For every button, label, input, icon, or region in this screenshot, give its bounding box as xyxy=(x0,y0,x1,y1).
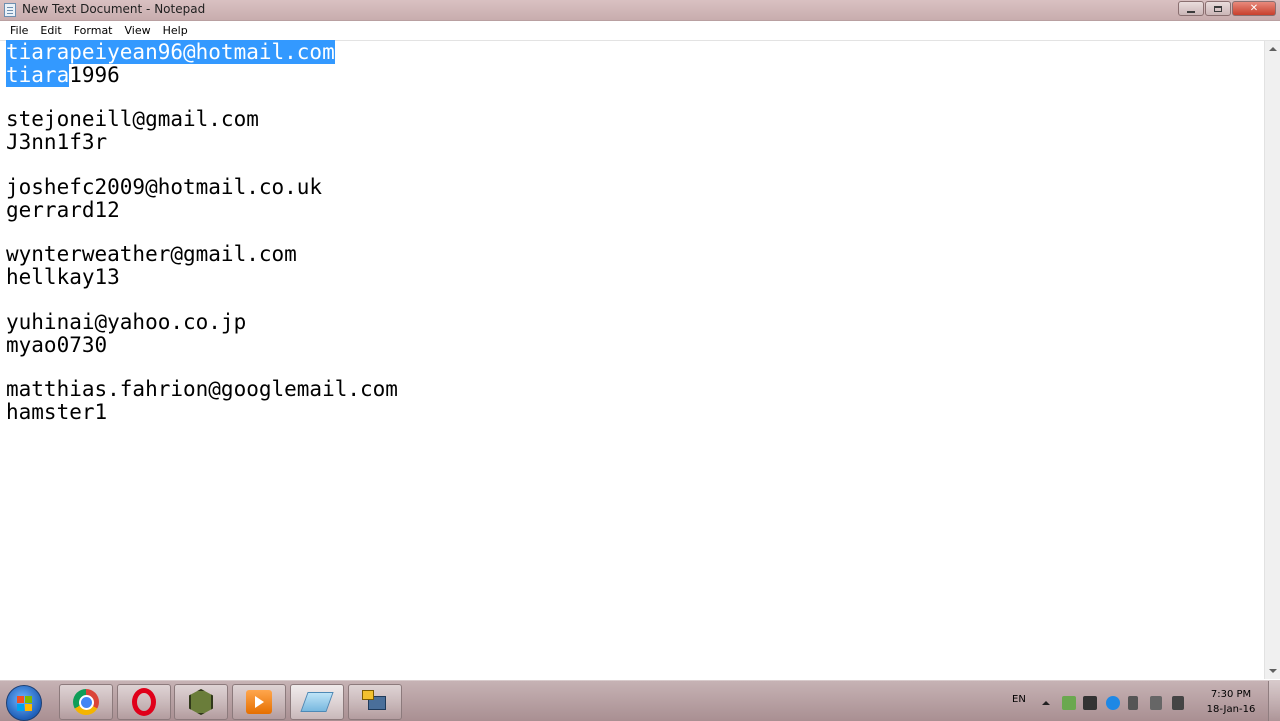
taskbar-network-tool[interactable] xyxy=(348,684,402,720)
text-line: stejoneill@gmail.com xyxy=(6,108,259,131)
selected-text: tiara xyxy=(6,63,70,87)
taskbar-opera[interactable] xyxy=(117,684,171,720)
network-signal-icon[interactable] xyxy=(1150,696,1162,710)
power-icon[interactable] xyxy=(1172,696,1184,710)
scroll-down-button[interactable] xyxy=(1265,663,1280,679)
text-line: matthias.fahrion@googlemail.com xyxy=(6,378,398,401)
text-line: hellkay13 xyxy=(6,266,120,289)
show-hidden-icons-icon[interactable] xyxy=(1042,701,1050,705)
line-text: hamster1 xyxy=(6,400,108,424)
taskbar: EN 7:30 PM 18-Jan-16 xyxy=(0,680,1280,721)
text-line: tiara1996 xyxy=(6,63,120,87)
line-text: gerrard12 xyxy=(6,198,120,222)
notepad-app-icon[interactable] xyxy=(4,3,16,17)
show-desktop-button[interactable] xyxy=(1268,681,1280,721)
clock-date: 18-Jan-16 xyxy=(1206,704,1256,715)
text-editor[interactable]: tiarapeiyean96@hotmail.com tiara1996 ste… xyxy=(0,40,1264,679)
chrome-icon xyxy=(73,689,99,715)
menu-edit[interactable]: Edit xyxy=(34,21,67,40)
window-controls: ✕ xyxy=(1178,1,1276,18)
media-player-icon xyxy=(246,690,272,714)
line-text: J3nn1f3r xyxy=(6,130,108,154)
network-tool-icon xyxy=(362,690,388,714)
line-text: wynterweather@gmail.com xyxy=(6,242,297,266)
menu-file[interactable]: File xyxy=(0,21,34,40)
opera-icon xyxy=(132,688,156,716)
line-text: joshefc2009@hotmail.co.uk xyxy=(6,175,323,199)
line-text: matthias.fahrion@googlemail.com xyxy=(6,377,398,401)
volume-icon[interactable] xyxy=(1128,696,1138,710)
clock[interactable]: 7:30 PM 18-Jan-16 xyxy=(1200,687,1262,717)
tray-app-icon[interactable] xyxy=(1062,696,1076,710)
cube-app-icon xyxy=(189,689,213,715)
minimize-icon xyxy=(1187,10,1195,13)
menu-format[interactable]: Format xyxy=(68,21,119,40)
taskbar-notepad[interactable] xyxy=(290,684,344,720)
selected-text: tiarapeiyean96@hotmail.com xyxy=(6,40,335,64)
close-button[interactable]: ✕ xyxy=(1232,1,1276,16)
vertical-scrollbar[interactable] xyxy=(1264,41,1280,679)
text-line: myao0730 xyxy=(6,334,107,357)
language-indicator[interactable]: EN xyxy=(1012,694,1026,705)
close-icon: ✕ xyxy=(1249,2,1259,14)
line-text: stejoneill@gmail.com xyxy=(6,107,259,131)
text-line: wynterweather@gmail.com xyxy=(6,243,297,266)
menu-help[interactable]: Help xyxy=(157,21,194,40)
maximize-icon xyxy=(1214,5,1222,12)
minimize-button[interactable] xyxy=(1178,1,1204,16)
text-line: J3nn1f3r xyxy=(6,131,107,154)
arrow-down-icon xyxy=(1269,669,1277,673)
start-logo-pane xyxy=(17,696,24,703)
maximize-button[interactable] xyxy=(1205,1,1231,16)
text-line: yuhinai@yahoo.co.jp xyxy=(6,311,246,334)
start-logo-pane xyxy=(25,696,32,703)
line-text: yuhinai@yahoo.co.jp xyxy=(6,310,247,334)
line-text: myao0730 xyxy=(6,333,108,357)
scroll-up-button[interactable] xyxy=(1265,41,1280,57)
tag-shape xyxy=(362,690,374,700)
taskbar-chrome[interactable] xyxy=(59,684,113,720)
clock-time: 7:30 PM xyxy=(1210,689,1252,700)
notepad-icon xyxy=(300,692,334,712)
text-line: gerrard12 xyxy=(6,199,120,222)
arrow-up-icon xyxy=(1269,47,1277,51)
text-line: hamster1 xyxy=(6,401,107,424)
line-text: hellkay13 xyxy=(6,265,120,289)
line-text: 1996 xyxy=(69,63,120,87)
taskbar-cube-app[interactable] xyxy=(174,684,228,720)
menu-bar: File Edit Format View Help xyxy=(0,21,1280,41)
text-line: tiarapeiyean96@hotmail.com xyxy=(6,40,335,64)
start-logo-pane xyxy=(25,704,32,711)
tray-shield-icon[interactable] xyxy=(1106,696,1120,710)
text-line: joshefc2009@hotmail.co.uk xyxy=(6,176,322,199)
title-bar[interactable]: New Text Document - Notepad ✕ xyxy=(0,0,1280,21)
windows-start-icon[interactable] xyxy=(6,685,42,721)
menu-view[interactable]: View xyxy=(119,21,157,40)
taskbar-media-player[interactable] xyxy=(232,684,286,720)
window-title: New Text Document - Notepad xyxy=(22,2,206,16)
tray-monitor-icon[interactable] xyxy=(1083,696,1097,710)
start-logo-pane xyxy=(17,704,24,711)
